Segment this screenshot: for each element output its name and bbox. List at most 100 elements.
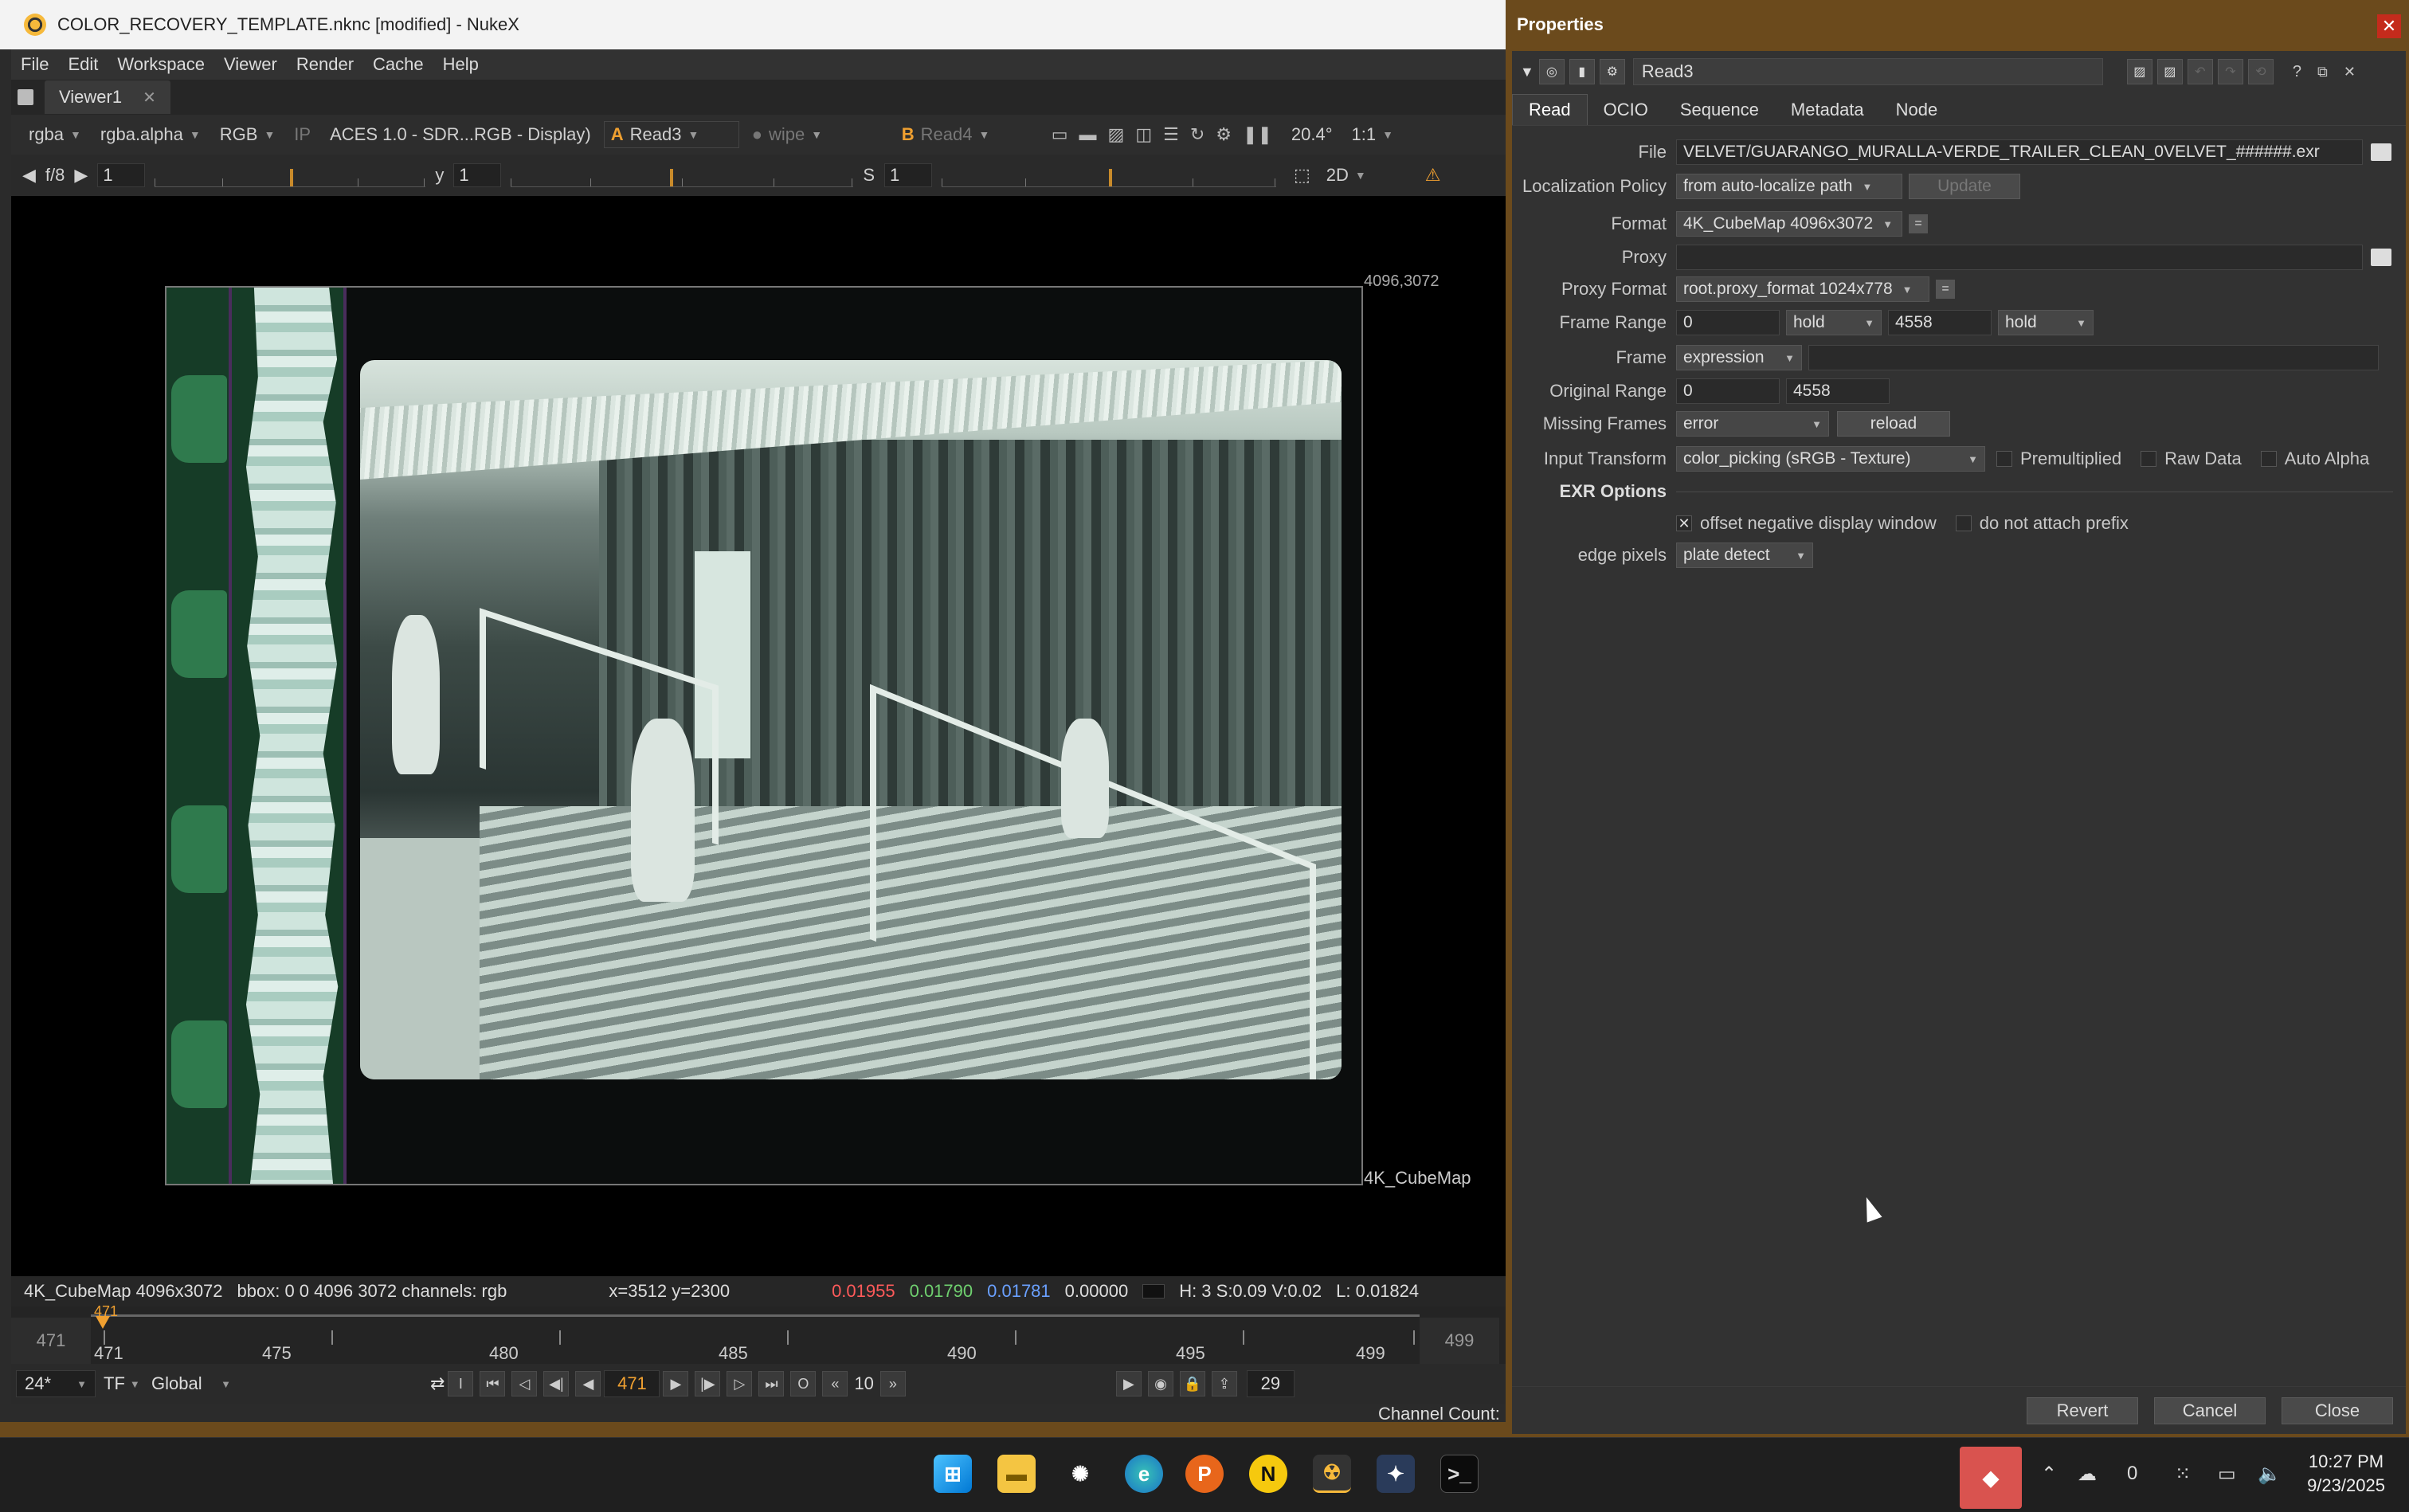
out-point-button[interactable]: O <box>790 1371 817 1396</box>
export-icon[interactable]: ⇪ <box>1211 1371 1237 1396</box>
node-color-icon[interactable]: ◎ <box>1538 59 1565 84</box>
fstop-left-arrow-icon[interactable]: ◀ <box>22 165 36 186</box>
format-dropdown[interactable]: 4K_CubeMap 4096x3072 ▼ <box>1676 211 1902 237</box>
skip-forward-icon[interactable]: » <box>879 1371 906 1396</box>
gamma-slider[interactable] <box>511 163 854 187</box>
gain-slider[interactable] <box>155 163 426 187</box>
record-icon[interactable]: ◉ <box>1147 1371 1173 1396</box>
lines-icon[interactable]: ☰ <box>1163 124 1179 145</box>
gain-field[interactable]: 1 <box>97 163 146 187</box>
tf-dropdown[interactable]: TF ▼ <box>96 1370 143 1397</box>
tab-metadata[interactable]: Metadata <box>1775 95 1880 125</box>
lock-range-icon[interactable]: 🔒 <box>1179 1371 1205 1396</box>
chevron-up-icon[interactable]: ⌃ <box>2041 1463 2057 1486</box>
current-frame-field[interactable]: 471 <box>604 1370 660 1397</box>
timeline-end[interactable]: 499 <box>1420 1318 1499 1364</box>
collapse-arrow-icon[interactable]: ▼ <box>1520 64 1534 80</box>
pause-icon[interactable]: ❚❚ <box>1243 124 1272 145</box>
undo-icon[interactable]: ↶ <box>2187 59 2213 84</box>
refresh-icon[interactable]: ↻ <box>1190 124 1204 145</box>
frame-range-start-field[interactable]: 0 <box>1676 310 1780 335</box>
play-backward-icon[interactable]: ◀ <box>575 1371 601 1396</box>
clip-warning-icon[interactable]: ▬ <box>1079 124 1097 145</box>
tab-node[interactable]: Node <box>1880 95 1954 125</box>
gamma-field[interactable]: 1 <box>453 163 502 187</box>
close-icon[interactable]: ✕ <box>2377 14 2401 38</box>
terminal-icon[interactable]: >_ <box>1440 1455 1479 1493</box>
help-icon[interactable]: ? <box>2293 63 2301 81</box>
range-dropdown[interactable]: Global ▼ <box>143 1370 239 1397</box>
flipbook-icon[interactable]: ▶ <box>1115 1371 1142 1396</box>
play-forward-icon[interactable]: ▶ <box>663 1371 689 1396</box>
edge-pixels-dropdown[interactable]: plate detect ▼ <box>1676 543 1813 568</box>
menu-edit[interactable]: Edit <box>58 54 108 75</box>
step-back-icon[interactable]: ◀| <box>543 1371 570 1396</box>
first-frame-icon[interactable]: ⏮ <box>480 1371 506 1396</box>
app-icon-red[interactable]: ◆ <box>1960 1447 2022 1509</box>
offset-negative-checkbox[interactable]: ✕ offset negative display window <box>1676 513 1937 534</box>
pane-menu-icon[interactable] <box>18 89 33 105</box>
frame-range-end-field[interactable]: 4558 <box>1888 310 1992 335</box>
folder-icon[interactable] <box>2371 249 2391 266</box>
gamma-slider-knob[interactable] <box>670 169 674 186</box>
frame-range-before-dropdown[interactable]: hold ▼ <box>1786 310 1882 335</box>
zebra-icon[interactable]: ▨ <box>1108 124 1125 145</box>
gear-icon[interactable]: ⚙ <box>1216 124 1232 145</box>
timeline[interactable]: 471 499 471 471 475 480 485 490 495 499 <box>11 1303 1506 1364</box>
in-point-button[interactable]: I <box>448 1371 474 1396</box>
sat-slider-knob[interactable] <box>1109 169 1112 186</box>
localization-dropdown[interactable]: from auto-localize path ▼ <box>1676 174 1902 199</box>
volume-icon[interactable]: 🔈 <box>2258 1463 2282 1486</box>
overlay-icon[interactable]: ◫ <box>1135 124 1152 145</box>
windows-start-icon[interactable]: ⊞ <box>934 1455 972 1493</box>
edge-browser-icon[interactable]: e <box>1125 1455 1163 1493</box>
camera-icon[interactable]: ▮ <box>1569 59 1595 84</box>
lock-icon[interactable]: ⚠ <box>1425 165 1441 186</box>
auto-alpha-checkbox[interactable]: Auto Alpha <box>2260 449 2369 469</box>
proxy-format-edit-icon[interactable]: = <box>1936 280 1955 299</box>
step-forward-icon[interactable]: |▶ <box>695 1371 721 1396</box>
fps-dropdown[interactable]: 24* ▼ <box>16 1370 96 1397</box>
input-a-dropdown[interactable]: A Read3 ▼ <box>603 121 739 148</box>
missing-frames-dropdown[interactable]: error ▼ <box>1676 411 1829 437</box>
loop-icon[interactable]: ⇄ <box>430 1373 445 1394</box>
alpha-dropdown[interactable]: rgba.alpha ▼ <box>94 121 207 148</box>
scale-dropdown[interactable]: 1:1 ▼ <box>1346 121 1400 148</box>
menu-file[interactable]: File <box>11 54 58 75</box>
tab-sequence[interactable]: Sequence <box>1664 95 1775 125</box>
end-frame-field[interactable]: 29 <box>1246 1370 1295 1397</box>
wipe-dropdown[interactable]: ● wipe ▼ <box>746 121 889 148</box>
revert-button[interactable]: Revert <box>2027 1396 2138 1424</box>
menu-cache[interactable]: Cache <box>363 54 433 75</box>
zoom-value[interactable]: 20.4° <box>1285 121 1339 148</box>
taskbar-clock[interactable]: 10:27 PM 9/23/2025 <box>2294 1450 2398 1498</box>
tab-viewer1[interactable]: Viewer1 ✕ <box>45 80 170 114</box>
close-tab-icon[interactable]: ✕ <box>143 88 156 108</box>
chatgpt-icon[interactable]: ✺ <box>1061 1455 1099 1493</box>
update-button[interactable]: Update <box>1909 174 2020 199</box>
proxy-format-dropdown[interactable]: root.proxy_format 1024x778 ▼ <box>1676 276 1929 302</box>
file-path-field[interactable]: VELVET/GUARANGO_MURALLA-VERDE_TRAILER_CL… <box>1676 139 2363 165</box>
premultiplied-checkbox[interactable]: Premultiplied <box>1996 449 2121 469</box>
original-range-end-field[interactable]: 4558 <box>1786 378 1890 404</box>
tab-ocio[interactable]: OCIO <box>1588 95 1664 125</box>
prev-keyframe-icon[interactable]: ◁ <box>511 1371 538 1396</box>
roi-icon[interactable]: ▭ <box>1052 124 1068 145</box>
grid-icon[interactable]: ⁙ <box>2175 1463 2191 1486</box>
settings-icon[interactable]: ⚙ <box>1599 59 1625 84</box>
close-panel-icon[interactable]: ✕ <box>2344 64 2356 80</box>
float-panel-icon[interactable]: ⧉ <box>2317 64 2328 80</box>
original-range-start-field[interactable]: 0 <box>1676 378 1780 404</box>
frame-increment[interactable]: 10 <box>851 1373 876 1394</box>
channels-dropdown[interactable]: rgba ▼ <box>22 121 88 148</box>
display-transform-dropdown[interactable]: ACES 1.0 - SDR...RGB - Display) <box>323 121 597 148</box>
node-color-swatch-icon[interactable]: ▨ <box>2126 59 2152 84</box>
input-transform-dropdown[interactable]: color_picking (sRGB - Texture) ▼ <box>1676 446 1985 472</box>
close-button[interactable]: Close <box>2282 1396 2393 1424</box>
last-frame-icon[interactable]: ⏭ <box>758 1371 785 1396</box>
cloud-icon[interactable]: ☁ <box>2078 1463 2097 1486</box>
next-keyframe-icon[interactable]: ▷ <box>727 1371 753 1396</box>
view-mode-dropdown[interactable]: 2D ▼ <box>1320 162 1416 189</box>
menu-render[interactable]: Render <box>287 54 363 75</box>
powerpoint-icon[interactable]: P <box>1185 1455 1224 1493</box>
